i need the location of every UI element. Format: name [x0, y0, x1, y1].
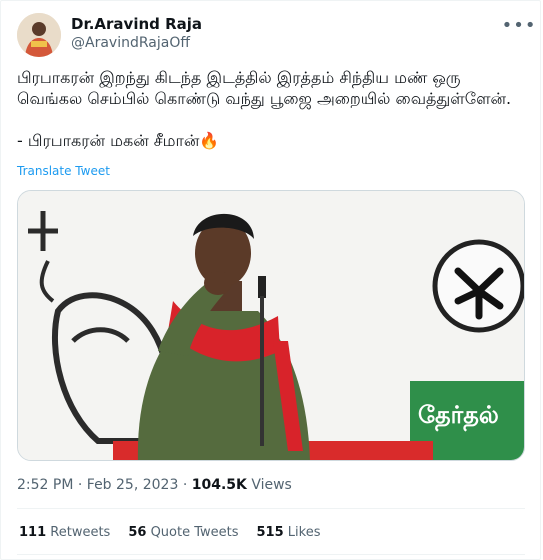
divider-bottom	[17, 554, 525, 555]
author-name[interactable]: Dr.Aravind Raja	[71, 15, 202, 33]
likes-label: Likes	[287, 525, 321, 540]
tweet-time[interactable]: 2:52 PM	[17, 477, 73, 493]
tweet-meta: 2:52 PM · Feb 25, 2023 · 104.5K Views	[17, 477, 292, 493]
more-options-icon[interactable]: •••	[502, 15, 536, 36]
meta-separator-2: ·	[182, 477, 188, 493]
meta-separator: ·	[77, 477, 83, 493]
quotes-label: Quote Tweets	[150, 525, 239, 540]
quote-tweets-stat[interactable]: 56 Quote Tweets	[128, 525, 238, 540]
retweets-count: 111	[19, 525, 47, 540]
media-illustration: தேர்தல்	[18, 191, 524, 460]
likes-stat[interactable]: 515 Likes	[257, 525, 321, 540]
author-handle[interactable]: @AravindRajaOff	[71, 35, 190, 51]
banner-text: தேர்தல்	[418, 401, 499, 432]
tweet-card: Dr.Aravind Raja @AravindRajaOff ••• பிரப…	[0, 0, 541, 560]
divider	[17, 508, 525, 509]
quotes-count: 56	[128, 525, 147, 540]
tweet-media-image[interactable]: தேர்தல்	[17, 190, 525, 461]
views-count: 104.5K	[191, 477, 247, 493]
views-label: Views	[251, 477, 292, 493]
tweet-stats: 111 Retweets 56 Quote Tweets 515 Likes	[19, 525, 321, 540]
translate-tweet-link[interactable]: Translate Tweet	[17, 164, 110, 178]
retweets-label: Retweets	[50, 525, 111, 540]
tweet-date[interactable]: Feb 25, 2023	[87, 477, 179, 493]
likes-count: 515	[256, 525, 284, 540]
tweet-text: பிரபாகரன் இறந்து கிடந்த இடத்தில் இரத்தம்…	[17, 68, 512, 150]
avatar[interactable]	[17, 13, 61, 57]
retweets-stat[interactable]: 111 Retweets	[19, 525, 110, 540]
